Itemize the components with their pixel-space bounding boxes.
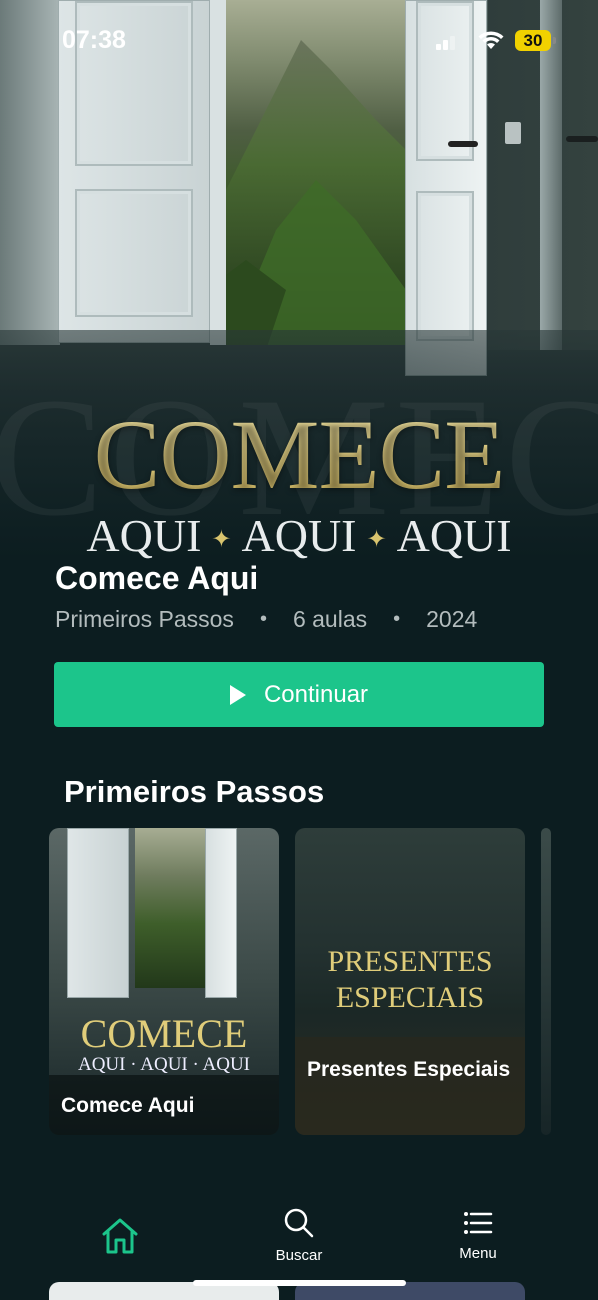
menu-list-icon [464,1212,493,1234]
sparkle-icon: ✦ [211,527,232,554]
battery-icon: 30 [515,30,556,51]
card-art-title-line-2: ESPECIAIS [335,981,485,1014]
door-panel [416,191,474,341]
course-lessons-count: 6 aulas [292,606,368,632]
hero-banner: COMECE COMECE AQUI✦AQUI✦AQUI [0,0,598,560]
cellular-signal-icon [436,36,456,50]
door-handle-icon [448,141,478,147]
tab-home[interactable] [60,1216,180,1261]
card-doorway-landscape [135,828,205,988]
section-title: Primeiros Passos [64,774,325,809]
status-time: 07:38 [62,26,126,54]
tab-bar: Buscar Menu [0,1196,598,1276]
card-label: Presentes Especiais [295,1037,525,1135]
bullet-separator: • [393,608,401,630]
card-label: Comece Aqui [49,1075,279,1135]
continue-button[interactable]: Continuar [54,662,544,727]
course-year: 2024 [426,606,478,632]
course-title: Comece Aqui [55,560,259,596]
course-card-peek[interactable] [541,828,551,1135]
card-right-door [205,828,237,998]
home-icon [102,1218,138,1254]
hero-subtitle-word: AQUI [241,510,357,560]
tab-menu-label: Menu [459,1245,497,1262]
wifi-icon [478,31,504,49]
card-left-door [67,828,129,998]
tab-menu[interactable]: Menu [418,1210,538,1262]
course-category: Primeiros Passos [55,606,234,632]
course-card-comece-aqui[interactable]: COMECE AQUI · AQUI · AQUI Comece Aqui [49,828,279,1135]
home-indicator [193,1280,406,1286]
wall-switch [505,122,521,144]
course-carousel[interactable]: COMECE AQUI · AQUI · AQUI Comece Aqui PR… [0,828,598,1138]
card-art-title: COMECE [80,1011,248,1056]
tab-search-label: Buscar [275,1247,323,1264]
card-art-subtitle: AQUI · AQUI · AQUI [77,1054,251,1075]
sparkle-icon: ✦ [366,527,387,554]
search-icon [284,1208,314,1238]
play-icon [229,684,246,705]
hero-subtitle-word: AQUI [86,510,202,560]
door-panel [75,189,193,317]
bullet-separator: • [259,608,267,630]
hero-subtitle-word: AQUI [396,510,512,560]
hero-title: COMECE [0,400,598,510]
continue-button-label: Continuar [263,680,369,708]
course-card-presentes-especiais[interactable]: PRESENTES ESPECIAIS Presentes Especiais [295,828,525,1135]
course-meta: Primeiros Passos • 6 aulas • 2024 [55,606,477,633]
hero-subtitle: AQUI ✦ AQUI ✦ AQUI [0,508,598,560]
far-door-handle-icon [566,136,598,142]
status-bar: 07:38 30 [0,0,598,80]
card-art-title-line-1: PRESENTES [327,945,493,978]
tab-search[interactable]: Buscar [239,1208,359,1264]
